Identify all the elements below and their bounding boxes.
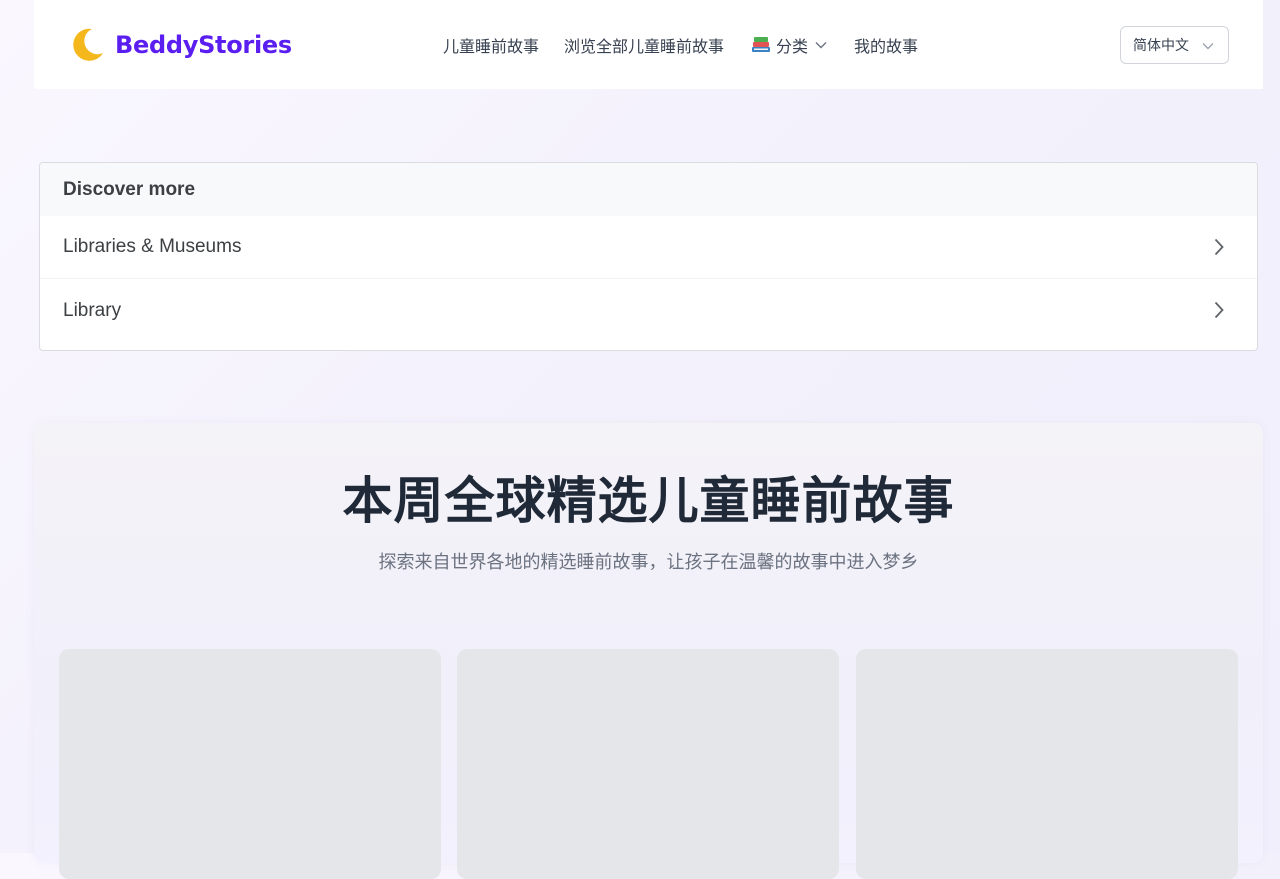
nav-categories-dropdown[interactable]: 分类 <box>750 33 827 57</box>
site-header: BeddyStories 儿童睡前故事 浏览全部儿童睡前故事 分类 我的故事 简… <box>34 0 1263 89</box>
discover-more-panel: Discover more Libraries & Museums Librar… <box>39 162 1258 351</box>
chevron-right-icon <box>1214 238 1224 256</box>
section-subtitle: 探索来自世界各地的精选睡前故事，让孩子在温馨的故事中进入梦乡 <box>378 552 919 573</box>
chevron-down-icon <box>815 42 827 49</box>
chevron-right-icon <box>1214 301 1224 319</box>
discover-more-title: Discover more <box>40 163 1257 216</box>
featured-stories-section: 本周全球精选儿童睡前故事 探索来自世界各地的精选睡前故事，让孩子在温馨的故事中进… <box>34 423 1263 879</box>
discover-item-label: Libraries & Museums <box>63 236 242 257</box>
nav-browse-all[interactable]: 浏览全部儿童睡前故事 <box>564 33 724 57</box>
discover-item-label: Library <box>63 299 122 321</box>
section-title: 本周全球精选儿童睡前故事 <box>342 472 955 530</box>
discover-item-libraries-museums[interactable]: Libraries & Museums <box>40 216 1257 279</box>
main-nav: 儿童睡前故事 浏览全部儿童睡前故事 分类 我的故事 <box>443 30 918 60</box>
nav-my-stories[interactable]: 我的故事 <box>854 33 918 57</box>
chevron-down-icon <box>1202 43 1214 50</box>
discover-item-library[interactable]: Library <box>40 279 1257 342</box>
nav-bedtime-stories[interactable]: 儿童睡前故事 <box>443 33 539 57</box>
language-select[interactable]: 简体中文 <box>1120 26 1229 64</box>
story-card-placeholder[interactable] <box>457 649 839 879</box>
story-card-placeholder[interactable] <box>856 649 1238 879</box>
logo-text: BeddyStories <box>115 31 292 59</box>
language-select-value: 简体中文 <box>1133 38 1189 54</box>
story-card-placeholder[interactable] <box>59 649 441 879</box>
books-icon <box>752 37 771 52</box>
nav-categories-label: 分类 <box>776 37 809 56</box>
logo-link[interactable]: BeddyStories <box>68 26 292 64</box>
moon-icon <box>73 28 103 61</box>
